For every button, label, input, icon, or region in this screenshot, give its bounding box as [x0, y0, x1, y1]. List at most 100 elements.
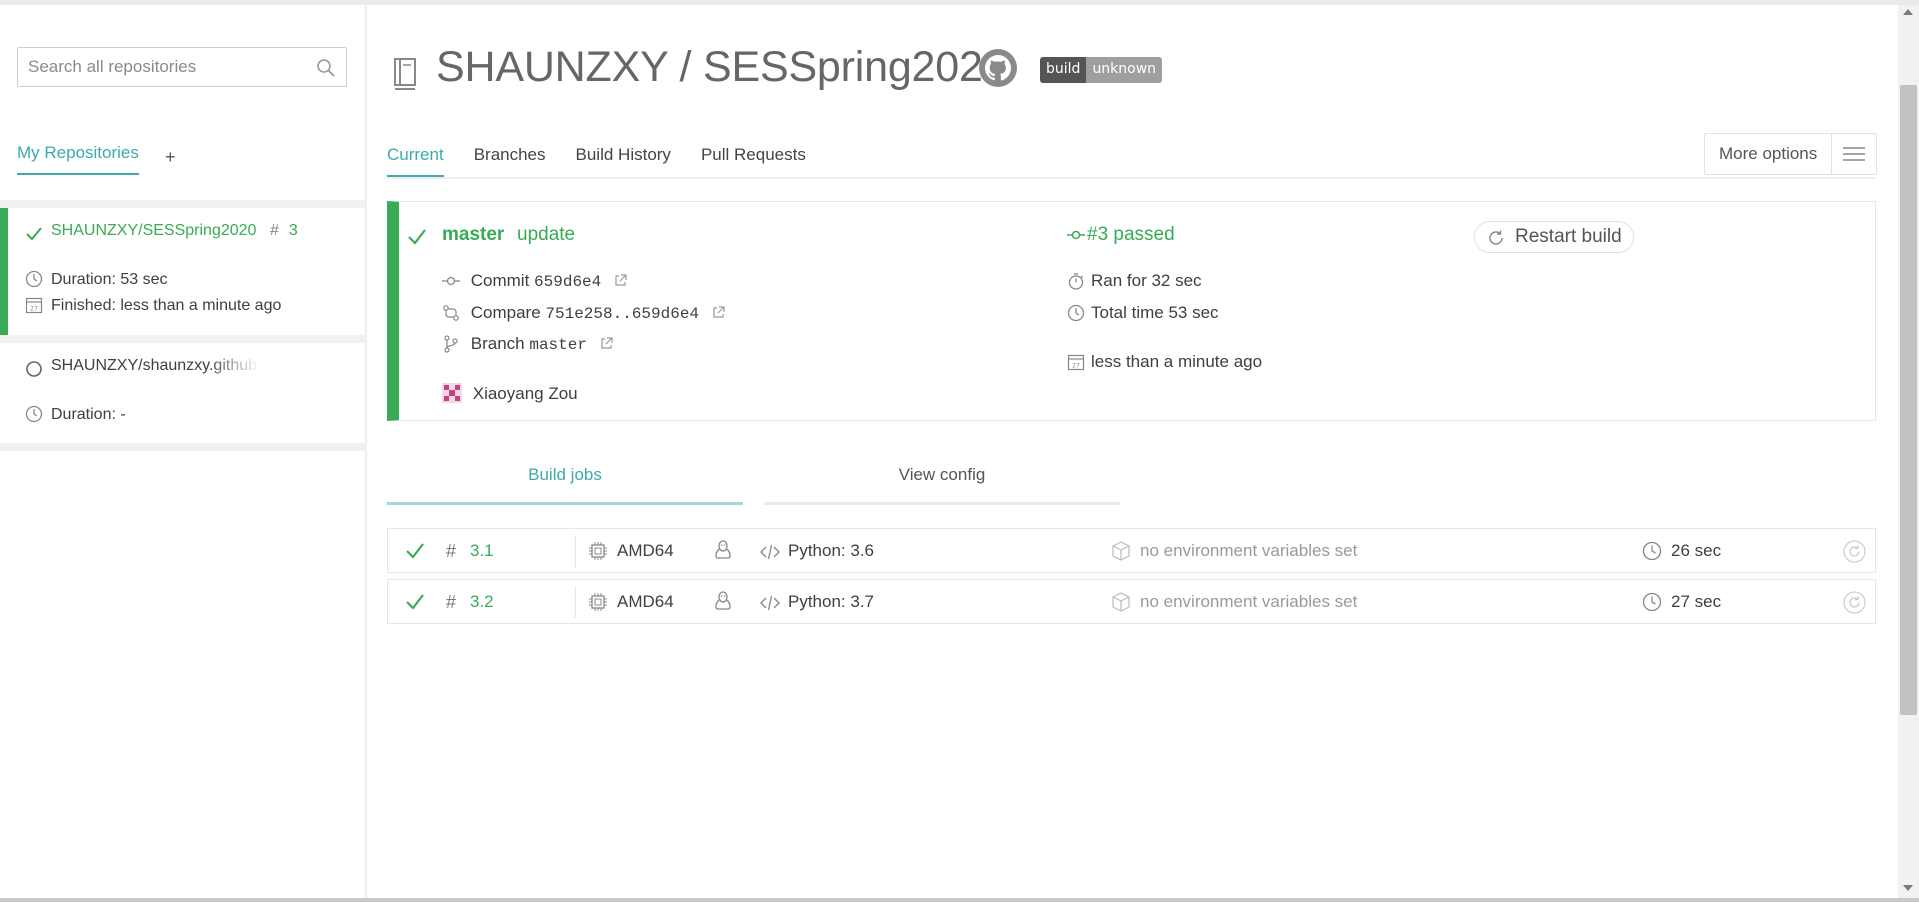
total-time: Total time 53 sec	[1067, 303, 1219, 323]
repo-item-shaunzxy-github[interactable]: SHAUNZXY/shaunzxy.github.io Duration: -	[0, 343, 365, 443]
tab-build-jobs[interactable]: Build jobs	[387, 465, 743, 505]
finished-text: Finished: less than a minute ago	[51, 297, 282, 314]
add-repository-button[interactable]: +	[165, 147, 176, 168]
tab-pull-requests[interactable]: Pull Requests	[701, 145, 806, 177]
job-env: no environment variables set	[1140, 541, 1358, 560]
calendar-icon: 27	[25, 297, 43, 314]
hamburger-menu-icon[interactable]	[1832, 134, 1876, 174]
more-options-label[interactable]: More options	[1705, 134, 1833, 174]
scrollbar-thumb[interactable]	[1900, 85, 1917, 715]
passed-check-icon	[406, 543, 424, 559]
commit-row: Commit 659d6e4	[442, 271, 627, 291]
restart-job-icon[interactable]	[1843, 540, 1866, 563]
svg-text:27: 27	[1072, 363, 1080, 370]
tab-current[interactable]: Current	[387, 145, 444, 177]
calendar-icon: 27	[1067, 354, 1085, 371]
badge-value: unknown	[1086, 57, 1163, 83]
tab-view-config[interactable]: View config	[764, 465, 1120, 505]
code-icon	[760, 544, 780, 560]
job-arch: AMD64	[617, 592, 674, 611]
svg-text:27: 27	[30, 306, 38, 313]
branch-row: Branch master	[442, 334, 613, 354]
job-language: Python: 3.7	[788, 592, 875, 611]
restart-build-label: Restart build	[1515, 226, 1622, 247]
clock-icon	[1067, 304, 1085, 322]
job-number[interactable]: 3.2	[470, 592, 494, 612]
job-duration: 26 sec	[1671, 541, 1722, 560]
current-build-card: master update Commit 659d6e4 Compare 751…	[387, 201, 1876, 421]
compare-label: Compare	[470, 303, 541, 322]
author-name: Xiaoyang Zou	[472, 384, 578, 403]
commit-icon	[442, 276, 460, 286]
clock-icon	[1642, 541, 1662, 561]
branch-name[interactable]: master	[529, 336, 587, 354]
linux-icon	[715, 591, 731, 610]
finished-text: less than a minute ago	[1091, 352, 1263, 371]
job-number[interactable]: 3.1	[470, 541, 494, 561]
job-row[interactable]: # 3.1 AMD64 Python: 3.6 no environment v…	[387, 528, 1876, 573]
divider	[575, 586, 576, 618]
repo-name[interactable]: SHAUNZXY/SESSpring2020	[51, 222, 286, 240]
passed-check-icon	[408, 229, 426, 245]
external-link-icon[interactable]	[600, 337, 613, 350]
hash-icon: #	[446, 541, 457, 561]
build-number[interactable]: #3	[270, 222, 298, 240]
bottom-border	[0, 898, 1919, 902]
tab-branches[interactable]: Branches	[474, 145, 546, 177]
github-icon[interactable]	[978, 48, 1018, 88]
commit-label: Commit	[470, 271, 530, 290]
nav-divider	[387, 177, 1876, 179]
divider	[575, 535, 576, 567]
clock-icon	[1642, 592, 1662, 612]
duration-text: Duration: 53 sec	[51, 271, 168, 288]
search-icon[interactable]	[316, 58, 336, 78]
divider	[0, 200, 365, 208]
author-row: Xiaoyang Zou	[442, 383, 578, 404]
compare-icon	[443, 305, 459, 321]
build-branch[interactable]: master	[442, 224, 504, 246]
job-arch: AMD64	[617, 541, 674, 560]
build-status-badge[interactable]: build unknown	[1040, 57, 1163, 83]
restart-build-button[interactable]: Restart build	[1474, 221, 1634, 253]
branch-icon	[444, 335, 458, 353]
job-duration: 27 sec	[1671, 592, 1722, 611]
job-env: no environment variables set	[1140, 592, 1358, 611]
tab-my-repositories[interactable]: My Repositories	[17, 143, 139, 175]
more-options-button[interactable]: More options	[1704, 133, 1877, 175]
tab-build-history[interactable]: Build History	[576, 145, 671, 177]
build-status[interactable]: #3 passed	[1067, 224, 1175, 246]
total-time-text: Total time 53 sec	[1091, 303, 1219, 322]
clock-icon	[25, 405, 43, 423]
ran-for-text: Ran for 32 sec	[1091, 271, 1202, 290]
circle-icon	[26, 361, 42, 377]
check-icon	[26, 227, 42, 241]
linux-icon	[715, 540, 731, 559]
scroll-down-arrow-icon[interactable]	[1903, 885, 1913, 891]
divider	[0, 443, 365, 451]
search-input[interactable]	[18, 48, 298, 86]
cpu-icon	[589, 593, 607, 611]
repo-nav-tabs: Current Branches Build History Pull Requ…	[387, 145, 836, 177]
repo-name[interactable]: SHAUNZXY/shaunzxy.github.io	[51, 357, 259, 375]
job-language: Python: 3.6	[788, 541, 875, 560]
commit-message: update	[517, 224, 576, 245]
restart-job-icon[interactable]	[1843, 591, 1866, 614]
divider	[0, 335, 365, 343]
hash-icon: #	[270, 222, 279, 239]
passed-check-icon	[406, 594, 424, 610]
repo-book-icon	[394, 58, 416, 90]
job-row[interactable]: # 3.2 AMD64 Python: 3.7 no environment v…	[387, 579, 1876, 624]
scroll-up-arrow-icon[interactable]	[1903, 9, 1913, 15]
compare-range[interactable]: 751e258..659d6e4	[545, 305, 699, 323]
compare-row: Compare 751e258..659d6e4	[442, 303, 725, 323]
build-status-text: #3 passed	[1087, 224, 1175, 245]
repo-item-sesspring2020[interactable]: SHAUNZXY/SESSpring2020 #3 Duration: 53 s…	[0, 208, 365, 335]
commit-sha[interactable]: 659d6e4	[534, 273, 601, 291]
code-icon	[760, 595, 780, 611]
search-box	[17, 47, 347, 87]
build-number-value: 3	[288, 222, 298, 239]
external-link-icon[interactable]	[712, 306, 725, 319]
vertical-scrollbar[interactable]	[1898, 5, 1919, 898]
external-link-icon[interactable]	[614, 274, 627, 287]
ran-for: Ran for 32 sec	[1067, 271, 1202, 291]
